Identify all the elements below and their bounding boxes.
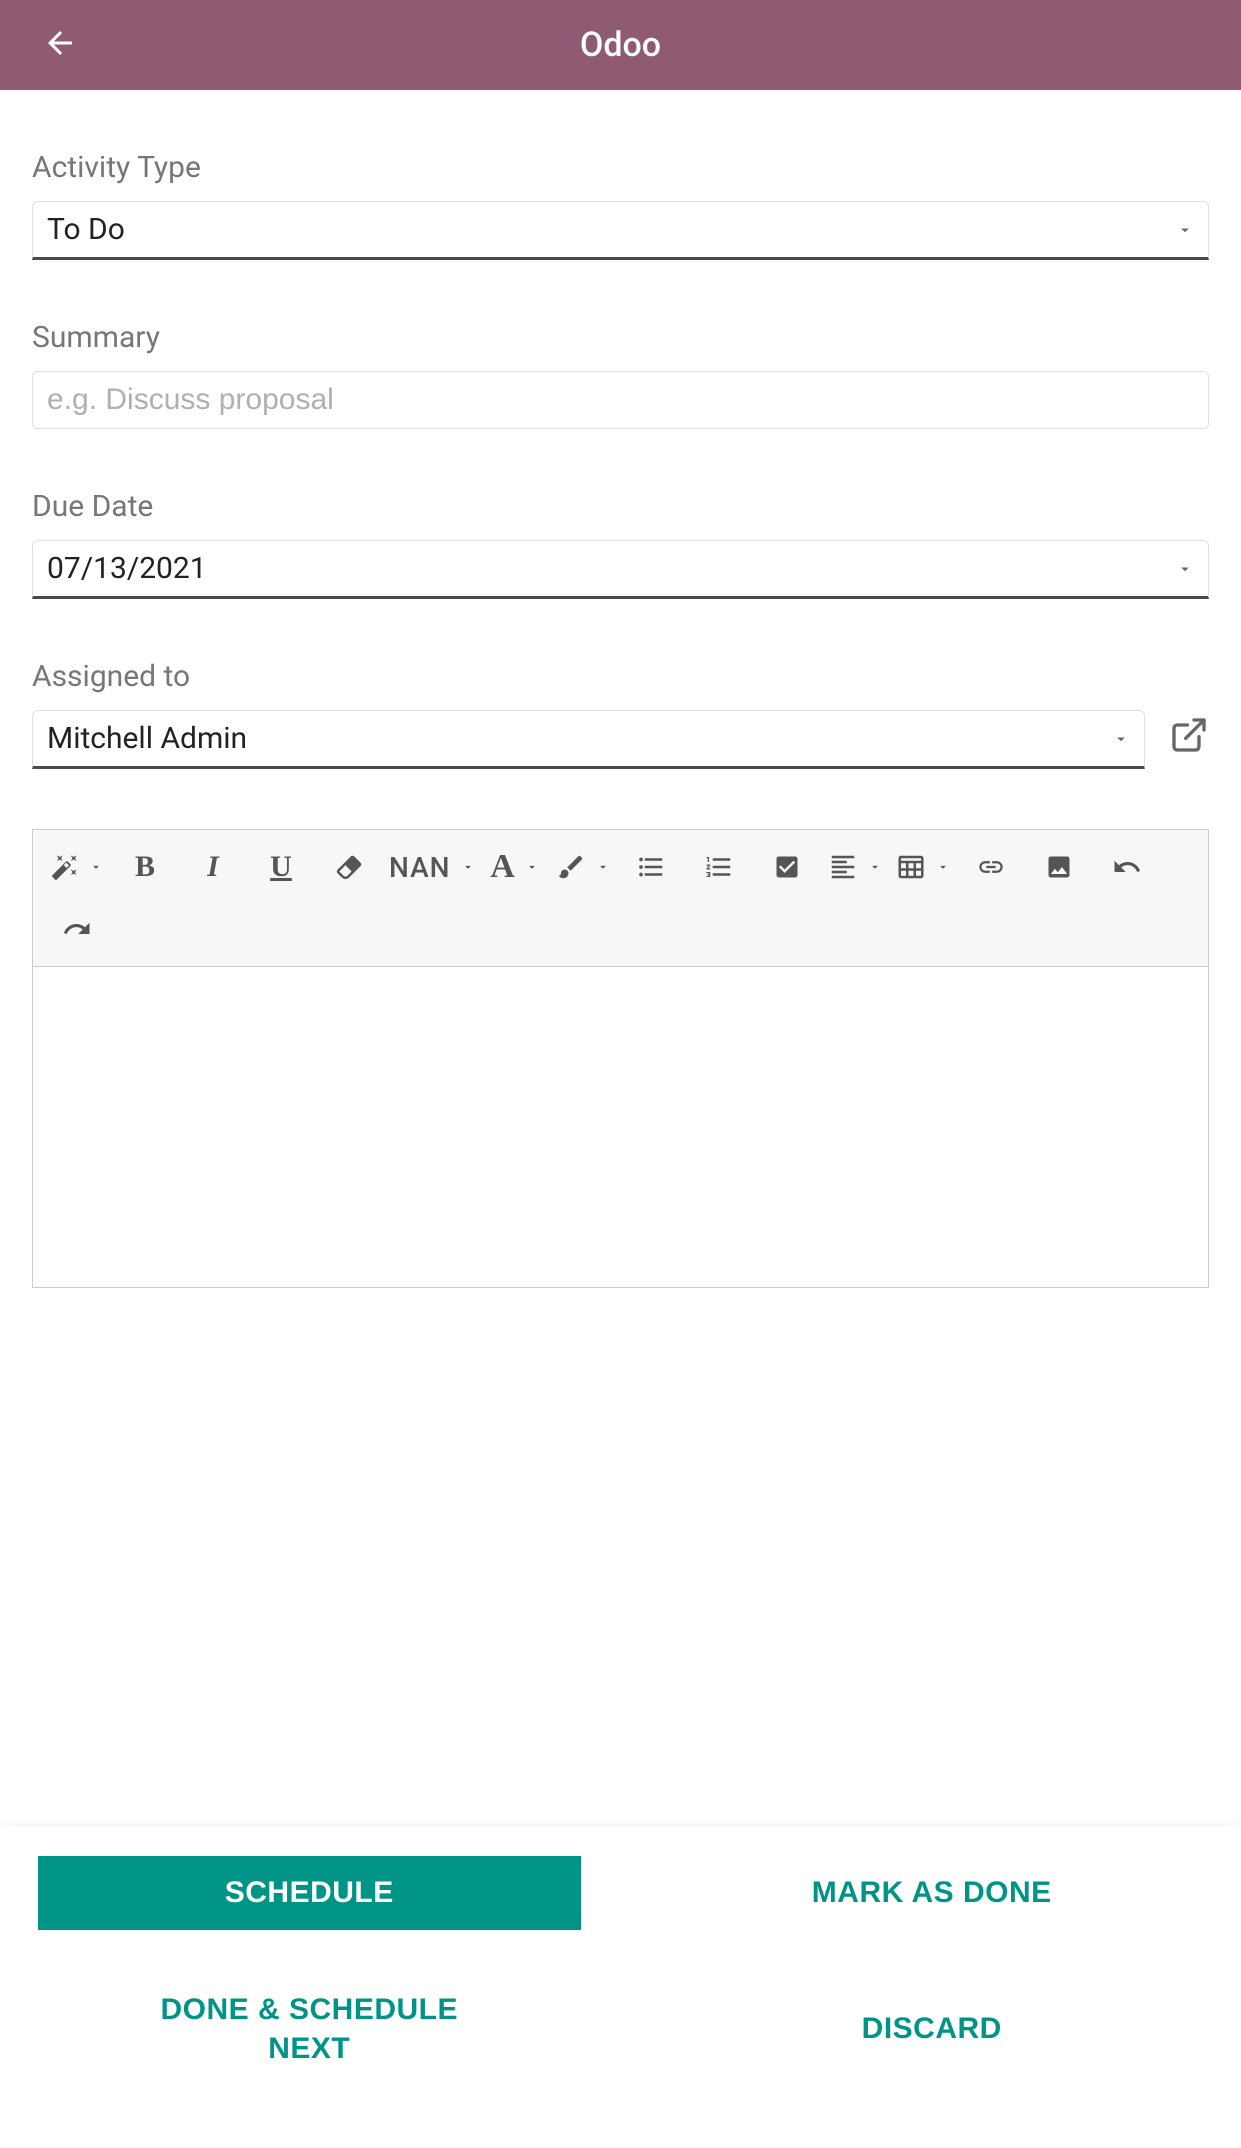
app-header: Odoo xyxy=(0,0,1241,90)
app-title: Odoo xyxy=(0,25,1241,65)
color-button[interactable] xyxy=(555,840,611,894)
paint-brush-icon xyxy=(556,852,586,882)
field-due-date: Due Date 07/13/2021 xyxy=(32,489,1209,599)
select-activity-type[interactable]: To Do xyxy=(32,201,1209,260)
font-size-button[interactable]: A xyxy=(487,840,543,894)
chevron-down-icon xyxy=(1176,221,1194,239)
chevron-down-icon xyxy=(461,860,475,874)
image-icon xyxy=(1045,853,1073,881)
value-due-date: 07/13/2021 xyxy=(47,551,207,586)
mark-done-button[interactable]: MARK AS DONE xyxy=(661,1856,1204,1930)
label-due-date: Due Date xyxy=(32,489,1209,524)
label-summary: Summary xyxy=(32,320,1209,355)
discard-button[interactable]: DISCARD xyxy=(661,1992,1204,2066)
redo-button[interactable] xyxy=(49,902,105,956)
external-link-button[interactable] xyxy=(1169,715,1209,765)
italic-button[interactable]: I xyxy=(185,840,241,894)
list-ul-icon xyxy=(636,852,666,882)
eraser-icon xyxy=(334,852,364,882)
rich-text-editor: B I U NAN A xyxy=(32,829,1209,1288)
label-activity-type: Activity Type xyxy=(32,150,1209,185)
chevron-down-icon xyxy=(525,860,539,874)
align-left-icon xyxy=(828,852,858,882)
magic-wand-icon xyxy=(51,853,79,881)
list-ol-icon xyxy=(704,852,734,882)
magic-button[interactable] xyxy=(49,840,105,894)
chevron-down-icon xyxy=(1112,730,1130,748)
label-assigned-to: Assigned to xyxy=(32,659,1209,694)
select-due-date[interactable]: 07/13/2021 xyxy=(32,540,1209,599)
underline-button[interactable]: U xyxy=(253,840,309,894)
undo-button[interactable] xyxy=(1099,840,1155,894)
chevron-down-icon xyxy=(1176,560,1194,578)
align-button[interactable] xyxy=(827,840,883,894)
font-family-button[interactable]: NAN xyxy=(389,840,475,894)
image-button[interactable] xyxy=(1031,840,1087,894)
chevron-down-icon xyxy=(936,860,950,874)
back-button[interactable] xyxy=(42,25,78,65)
field-summary: Summary xyxy=(32,320,1209,429)
footer-actions: SCHEDULE MARK AS DONE DONE & SCHEDULENEX… xyxy=(0,1826,1241,2148)
link-icon xyxy=(977,853,1005,881)
schedule-button[interactable]: SCHEDULE xyxy=(38,1856,581,1930)
done-schedule-next-button[interactable]: DONE & SCHEDULENEXT xyxy=(38,1970,581,2088)
table-button[interactable] xyxy=(895,840,951,894)
value-activity-type: To Do xyxy=(47,212,125,247)
eraser-button[interactable] xyxy=(321,840,377,894)
arrow-left-icon xyxy=(42,25,78,61)
value-assigned-to: Mitchell Admin xyxy=(47,721,247,756)
check-square-icon xyxy=(773,853,801,881)
bold-button[interactable]: B xyxy=(117,840,173,894)
redo-icon xyxy=(62,914,92,944)
field-activity-type: Activity Type To Do xyxy=(32,150,1209,260)
input-summary[interactable] xyxy=(47,383,1194,417)
undo-icon xyxy=(1112,852,1142,882)
unordered-list-button[interactable] xyxy=(623,840,679,894)
editor-toolbar: B I U NAN A xyxy=(33,830,1208,967)
field-assigned-to: Assigned to Mitchell Admin xyxy=(32,659,1209,769)
table-icon xyxy=(896,852,926,882)
input-wrap-summary xyxy=(32,371,1209,429)
select-assigned-to[interactable]: Mitchell Admin xyxy=(32,710,1145,769)
chevron-down-icon xyxy=(868,860,882,874)
checklist-button[interactable] xyxy=(759,840,815,894)
form-content: Activity Type To Do Summary Due Date 07/… xyxy=(0,90,1241,1308)
editor-body[interactable] xyxy=(33,967,1208,1287)
font-label-text: NAN xyxy=(389,851,451,884)
external-link-icon xyxy=(1169,715,1209,755)
link-button[interactable] xyxy=(963,840,1019,894)
chevron-down-icon xyxy=(89,860,103,874)
chevron-down-icon xyxy=(596,860,610,874)
ordered-list-button[interactable] xyxy=(691,840,747,894)
